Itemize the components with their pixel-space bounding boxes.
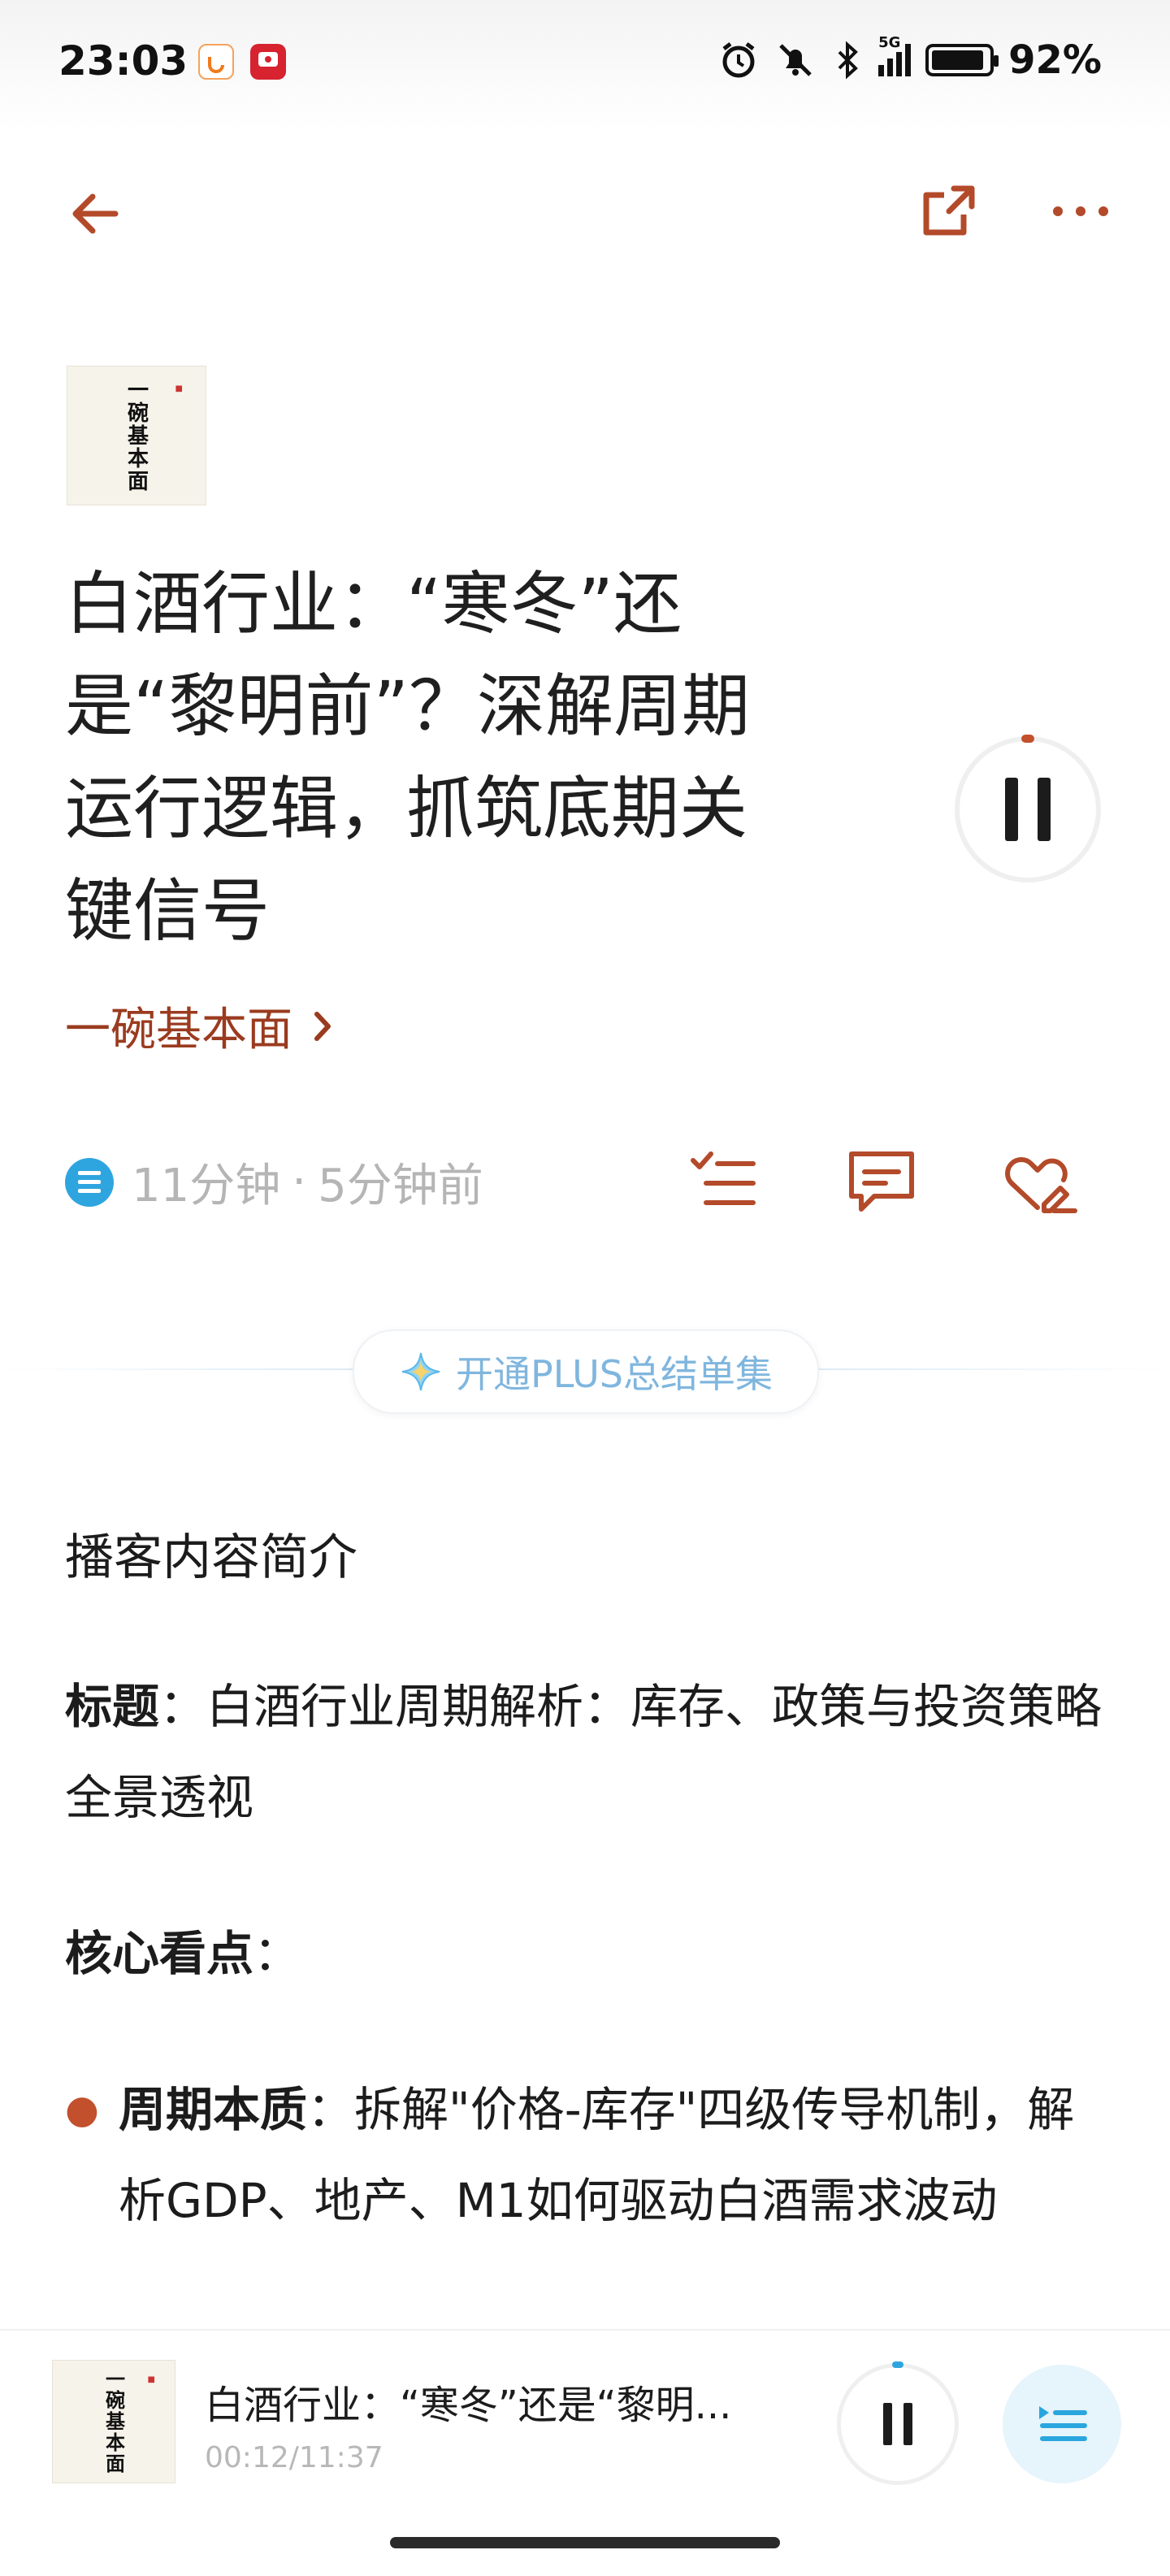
duration: 11分钟 [132, 1160, 281, 1212]
add-to-playlist-button[interactable] [679, 1141, 769, 1222]
podcast-cover[interactable]: ■ 一碗基本面 [67, 366, 206, 505]
highlights-heading: 核心看点： [65, 1908, 1105, 1999]
mini-player-cover[interactable]: ■ 一碗基本面 [52, 2360, 176, 2483]
published-time: 5分钟前 [318, 1160, 483, 1212]
cover-seal: ■ [175, 384, 183, 393]
progress-indicator [1021, 735, 1034, 743]
cellular-signal-icon: 5G [878, 34, 912, 76]
bullet-label: 周期本质 [119, 2082, 308, 2137]
highlights-colon: ： [254, 1926, 301, 1981]
playlist-button[interactable] [1003, 2365, 1121, 2483]
battery-icon [925, 44, 999, 76]
sparkle-icon [401, 1352, 440, 1391]
arrow-left-icon [72, 193, 119, 234]
mini-play-pause-button[interactable] [837, 2361, 959, 2485]
mini-player-title[interactable]: 白酒行业：“寒冬”还是“黎明... [205, 2373, 806, 2430]
plus-summary-label: 开通PLUS总结单集 [456, 1352, 773, 1396]
mute-bell-icon [779, 44, 812, 76]
bullet-dot: ● [65, 2087, 99, 2132]
favorite-note-button[interactable] [996, 1141, 1086, 1222]
plus-summary-button[interactable]: 开通PLUS总结单集 [353, 1329, 819, 1414]
network-type-label: 5G [878, 34, 901, 51]
notification-app-icon [198, 44, 234, 80]
pause-icon [1005, 778, 1051, 841]
episode-title: 白酒行业：“寒冬”还是“黎明前”？深解周期运行逻辑，抓筑底期关键信号 [65, 564, 751, 951]
content-title-paragraph: 标题：白酒行业周期解析：库存、政策与投资策略全景透视 [65, 1661, 1105, 1843]
episode-meta: 11分钟 · 5分钟前 [65, 1149, 483, 1215]
comment-button[interactable] [837, 1141, 926, 1222]
episode-list-icon [65, 1157, 114, 1207]
playlist-icon [1039, 2406, 1087, 2441]
battery-percentage: 92% [1008, 37, 1102, 83]
notification-app-icon [250, 44, 286, 80]
meta-separator: · [292, 1156, 307, 1208]
highlights-label: 核心看点 [65, 1926, 254, 1981]
cover-title: 一碗基本面 [124, 379, 149, 492]
status-time: 23:03 [58, 37, 188, 85]
cover-seal: ■ [147, 2375, 155, 2384]
more-dots-icon [1053, 206, 1108, 216]
mini-player-time: 00:12/11:37 [205, 2441, 384, 2474]
play-pause-button[interactable] [955, 735, 1101, 883]
back-button[interactable] [58, 177, 132, 250]
mini-progress-indicator [892, 2361, 904, 2368]
title-text: ：白酒行业周期解析：库存、政策与投资策略全景透视 [65, 1679, 1103, 1825]
alarm-icon [722, 42, 755, 78]
bluetooth-icon [838, 41, 859, 80]
chevron-right-icon [314, 1011, 331, 1041]
pause-icon [883, 2403, 912, 2445]
playlist-check-icon [691, 1151, 756, 1205]
comment-icon [849, 1151, 914, 1212]
channel-name: 一碗基本面 [65, 1004, 292, 1056]
heart-edit-icon [1005, 1157, 1077, 1213]
channel-link[interactable]: 一碗基本面 [65, 993, 341, 1059]
section-title: 播客内容简介 [65, 1529, 358, 1586]
mini-cover-title: 一碗基本面 [102, 2369, 126, 2474]
external-share-icon [923, 185, 975, 236]
title-label: 标题 [65, 1679, 160, 1734]
list-item: 周期本质：拆解"价格-库存"四级传导机制，解析GDP、地产、M1如何驱动白酒需求… [119, 2064, 1110, 2246]
status-icons: 5G 92% [717, 34, 1102, 83]
more-button[interactable] [1040, 171, 1121, 252]
share-button[interactable] [908, 171, 990, 252]
home-indicator[interactable] [390, 2537, 780, 2548]
